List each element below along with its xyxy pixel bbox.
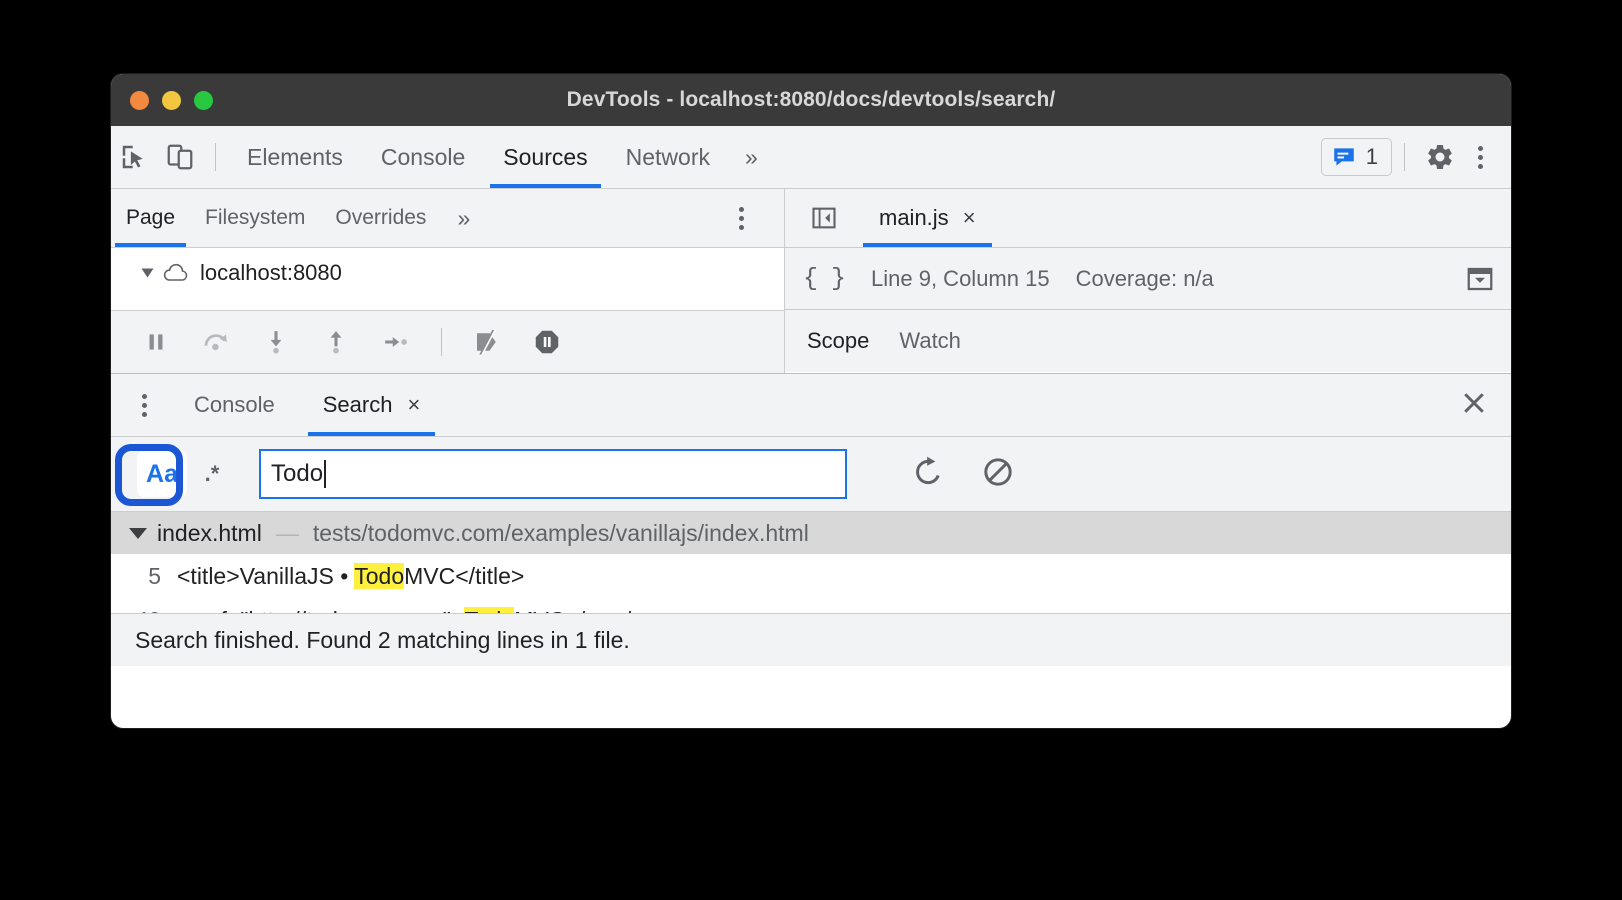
- refresh-icon[interactable]: [911, 455, 945, 494]
- collapse-sidebar-icon[interactable]: [801, 195, 847, 241]
- issues-message-icon: [1334, 148, 1354, 166]
- drawer-tab-console[interactable]: Console: [179, 374, 290, 436]
- more-panels-icon[interactable]: »: [729, 144, 772, 171]
- tab-network[interactable]: Network: [607, 126, 729, 188]
- drawer: Console Search × Aa .* Todo index.html —…: [111, 373, 1511, 666]
- search-result-row[interactable]: 5 <title>VanillaJS • TodoMVC</title>: [111, 554, 1511, 598]
- step-icon[interactable]: [373, 319, 419, 365]
- coverage-status: Coverage: n/a: [1075, 265, 1214, 291]
- search-result-line-number: 5: [148, 562, 161, 589]
- search-match-highlight: Todo: [354, 562, 405, 589]
- step-into-icon[interactable]: [253, 319, 299, 365]
- line-text-pre: <title>VanillaJS •: [177, 562, 355, 589]
- navigator-tab-overrides-label: Overrides: [335, 206, 427, 229]
- navigator-tab-filesystem[interactable]: Filesystem: [190, 189, 320, 247]
- pretty-print-braces-icon[interactable]: { }: [803, 264, 846, 293]
- navigator-tab-overrides[interactable]: Overrides: [320, 189, 441, 247]
- tab-elements[interactable]: Elements: [228, 126, 362, 188]
- window-title: DevTools - localhost:8080/docs/devtools/…: [566, 88, 1056, 111]
- debugger-toolbar: [111, 310, 784, 373]
- drawer-tab-bar: Console Search ×: [111, 374, 1511, 437]
- match-case-toggle[interactable]: Aa: [137, 451, 187, 497]
- close-drawer-icon[interactable]: [1459, 388, 1489, 423]
- search-input-value: Todo: [271, 460, 324, 487]
- navigator-pane: Page Filesystem Overrides » localhost:80…: [111, 189, 785, 373]
- cloud-icon: [163, 263, 188, 281]
- pause-script-execution-icon[interactable]: [133, 319, 179, 365]
- issues-button[interactable]: 1: [1320, 138, 1392, 176]
- cursor-position: Line 9, Column 15: [871, 265, 1050, 291]
- navigator-tree-item-localhost[interactable]: localhost:8080: [111, 248, 784, 286]
- device-toolbar-icon[interactable]: [157, 134, 203, 180]
- search-result-file-path: tests/todomvc.com/examples/vanillajs/ind…: [312, 519, 809, 546]
- step-over-icon[interactable]: [193, 319, 239, 365]
- toolbar-divider: [215, 143, 216, 171]
- pause-on-exceptions-icon[interactable]: [524, 319, 570, 365]
- chevron-down-icon[interactable]: [141, 268, 154, 278]
- devtools-main-toolbar: Elements Console Sources Network » 1: [111, 126, 1511, 189]
- close-icon[interactable]: ×: [963, 207, 976, 229]
- clear-icon[interactable]: [981, 455, 1015, 494]
- drawer-kebab-menu-icon[interactable]: [127, 393, 161, 417]
- navigator-tab-page[interactable]: Page: [111, 189, 190, 247]
- navigator-tab-page-label: Page: [126, 206, 176, 229]
- search-result-line-content: <title>VanillaJS • TodoMVC</title>: [177, 562, 525, 590]
- drawer-tab-search-label: Search: [322, 392, 393, 417]
- close-icon[interactable]: ×: [407, 394, 420, 416]
- sidebar-tab-scope[interactable]: Scope: [807, 328, 869, 354]
- tab-console[interactable]: Console: [362, 126, 484, 188]
- search-results: index.html — tests/todomvc.com/examples/…: [111, 512, 1511, 613]
- debugger-sidebar-tabs: Scope Watch: [785, 310, 1511, 372]
- deactivate-breakpoints-icon[interactable]: [464, 319, 510, 365]
- debugger-toolbar-divider: [441, 328, 442, 356]
- tab-sources[interactable]: Sources: [484, 126, 606, 188]
- search-result-dash: —: [275, 519, 299, 546]
- search-status-message: Search finished. Found 2 matching lines …: [111, 613, 1511, 666]
- drawer-tab-console-label: Console: [194, 392, 275, 417]
- inspect-element-icon[interactable]: [111, 134, 157, 180]
- tab-console-label: Console: [380, 143, 466, 170]
- drawer-tab-search[interactable]: Search ×: [307, 374, 436, 436]
- search-toolbar: Aa .* Todo: [111, 437, 1511, 512]
- gear-icon[interactable]: [1417, 134, 1463, 180]
- step-out-icon[interactable]: [313, 319, 359, 365]
- text-caret: [324, 460, 327, 488]
- toolbar-right-group: 1: [1320, 134, 1511, 180]
- navigator-tab-bar: Page Filesystem Overrides »: [111, 189, 784, 248]
- panel-tab-bar: Elements Console Sources Network »: [228, 126, 772, 188]
- tab-elements-label: Elements: [247, 143, 343, 170]
- screenshot-root: DevTools - localhost:8080/docs/devtools/…: [0, 0, 1622, 900]
- search-input[interactable]: Todo: [259, 449, 847, 499]
- sources-body: Page Filesystem Overrides » localhost:80…: [111, 189, 1511, 373]
- window-titlebar: DevTools - localhost:8080/docs/devtools/…: [111, 74, 1511, 126]
- show-drawer-icon[interactable]: [1465, 264, 1495, 294]
- search-actions: [911, 455, 1015, 494]
- search-result-file-header[interactable]: index.html — tests/todomvc.com/examples/…: [111, 512, 1511, 554]
- kebab-menu-icon[interactable]: [1463, 145, 1497, 169]
- line-text-post: MVC</title>: [404, 562, 525, 589]
- devtools-window: DevTools - localhost:8080/docs/devtools/…: [111, 74, 1511, 728]
- search-result-row[interactable]: 40 …ref="http://todomvc.com">TodoMVC</a>…: [111, 598, 1511, 613]
- tab-sources-label: Sources: [503, 143, 588, 170]
- issues-count: 1: [1365, 144, 1378, 169]
- editor-status-bar: { } Line 9, Column 15 Coverage: n/a: [785, 248, 1511, 310]
- navigator-more-tabs-icon[interactable]: »: [441, 205, 484, 232]
- editor-tab-main-js[interactable]: main.js ×: [863, 189, 992, 247]
- toolbar-divider-2: [1404, 143, 1405, 171]
- editor-pane: main.js × { } Line 9, Column 15 Coverage…: [785, 189, 1511, 373]
- editor-tab-label: main.js: [879, 205, 949, 230]
- navigator-tree-item-label: localhost:8080: [200, 260, 342, 285]
- editor-tab-bar: main.js ×: [785, 189, 1511, 248]
- navigator-tab-filesystem-label: Filesystem: [205, 206, 306, 229]
- use-regex-toggle[interactable]: .*: [187, 451, 237, 497]
- navigator-kebab-menu-icon[interactable]: [724, 206, 758, 230]
- chevron-down-icon[interactable]: [129, 527, 147, 539]
- sidebar-tab-watch[interactable]: Watch: [899, 328, 961, 354]
- search-result-file-name: index.html: [157, 519, 262, 546]
- tab-network-label: Network: [625, 143, 710, 170]
